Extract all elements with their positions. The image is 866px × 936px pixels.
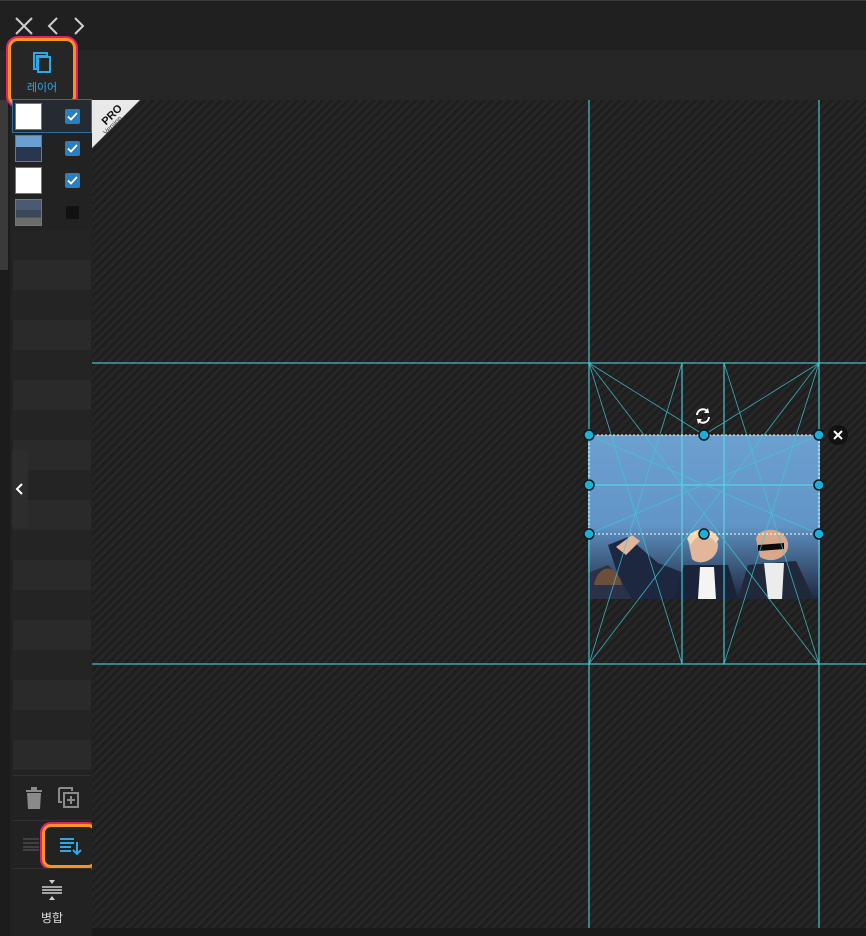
resize-handle (813, 429, 825, 441)
layer-row-4[interactable] (13, 196, 91, 228)
resize-handle (583, 528, 595, 540)
layer-visibility-checkbox[interactable] (65, 172, 80, 188)
editor-canvas[interactable]: PRO Version (92, 100, 866, 928)
layer-tab-label: 레이어 (26, 81, 58, 94)
copy-layers-icon (33, 52, 51, 73)
merge-label: 병합 (40, 911, 64, 925)
panel-collapse-button[interactable] (12, 450, 28, 528)
diagonal-guide (703, 362, 820, 436)
merge-icon (41, 879, 63, 901)
sub-toolbar (0, 50, 866, 100)
resize-handle (583, 429, 595, 441)
layer-row-1[interactable] (12, 99, 92, 133)
resize-handle (813, 528, 825, 540)
layer-thumbnail (15, 166, 42, 194)
top-bar (0, 0, 866, 50)
chevron-right-icon[interactable] (66, 13, 92, 39)
resize-handle (698, 528, 710, 540)
resize-handle (698, 429, 710, 441)
guide-overlay (92, 100, 866, 928)
sort-layers-button[interactable] (42, 824, 97, 868)
app-window: 레이어 병합 PRO Version (0, 0, 866, 936)
layer-visibility-checkbox[interactable] (65, 108, 80, 124)
layer-visibility-checkbox[interactable] (65, 204, 80, 220)
selection-box (588, 434, 820, 535)
panel-scrollbar[interactable] (0, 100, 8, 270)
resize-handle (583, 479, 595, 491)
layer-action-row (13, 775, 91, 819)
chevron-left-icon[interactable] (40, 13, 66, 39)
layer-order-row (13, 820, 97, 868)
close-icon[interactable] (11, 13, 37, 39)
add-copy-icon[interactable] (57, 786, 81, 810)
layer-list (12, 99, 92, 228)
resize-handle (813, 479, 825, 491)
layer-tab-button[interactable]: 레이어 (8, 38, 76, 106)
drag-handle-icon[interactable] (22, 835, 40, 853)
layer-thumbnail (15, 134, 42, 162)
rotate-icon[interactable] (692, 405, 714, 427)
layer-row-3[interactable] (13, 164, 91, 196)
canvas-bottom-edge (92, 928, 866, 936)
chevron-left-icon (15, 483, 23, 495)
remove-layer-close-icon[interactable] (828, 425, 848, 445)
merge-button[interactable]: 병합 (13, 868, 91, 928)
layer-row-2[interactable] (13, 132, 91, 164)
layer-thumbnail (15, 198, 42, 226)
layer-thumbnail (15, 102, 42, 130)
layer-visibility-checkbox[interactable] (65, 140, 80, 156)
diagonal-guide (588, 362, 705, 436)
sort-down-icon (59, 838, 82, 856)
trash-icon[interactable] (23, 786, 45, 810)
